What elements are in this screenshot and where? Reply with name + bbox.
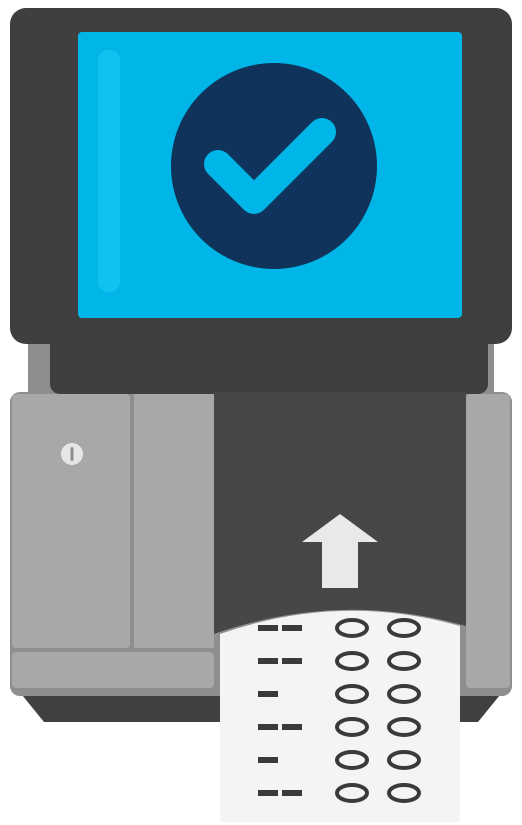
screen-glare xyxy=(98,50,120,292)
ballot-slot xyxy=(214,392,466,634)
ballot-mark xyxy=(282,724,302,730)
scanner-lower-strip xyxy=(12,652,214,688)
ballot-mark xyxy=(258,625,278,631)
scanner-side-panel xyxy=(12,394,130,648)
scanner-front-panel xyxy=(134,394,214,648)
ballot-mark xyxy=(282,625,302,631)
ballot-mark xyxy=(258,757,278,763)
ballot-scanner-illustration xyxy=(10,8,512,822)
ballot-mark xyxy=(258,790,278,796)
ballot-mark xyxy=(258,658,278,664)
ballot-mark xyxy=(282,790,302,796)
ballot-mark xyxy=(282,658,302,664)
scanner-right-panel xyxy=(466,394,510,688)
power-button-glyph xyxy=(70,447,74,461)
ballot-mark xyxy=(258,724,278,730)
ballot-mark xyxy=(258,691,278,697)
power-button[interactable] xyxy=(61,443,83,465)
